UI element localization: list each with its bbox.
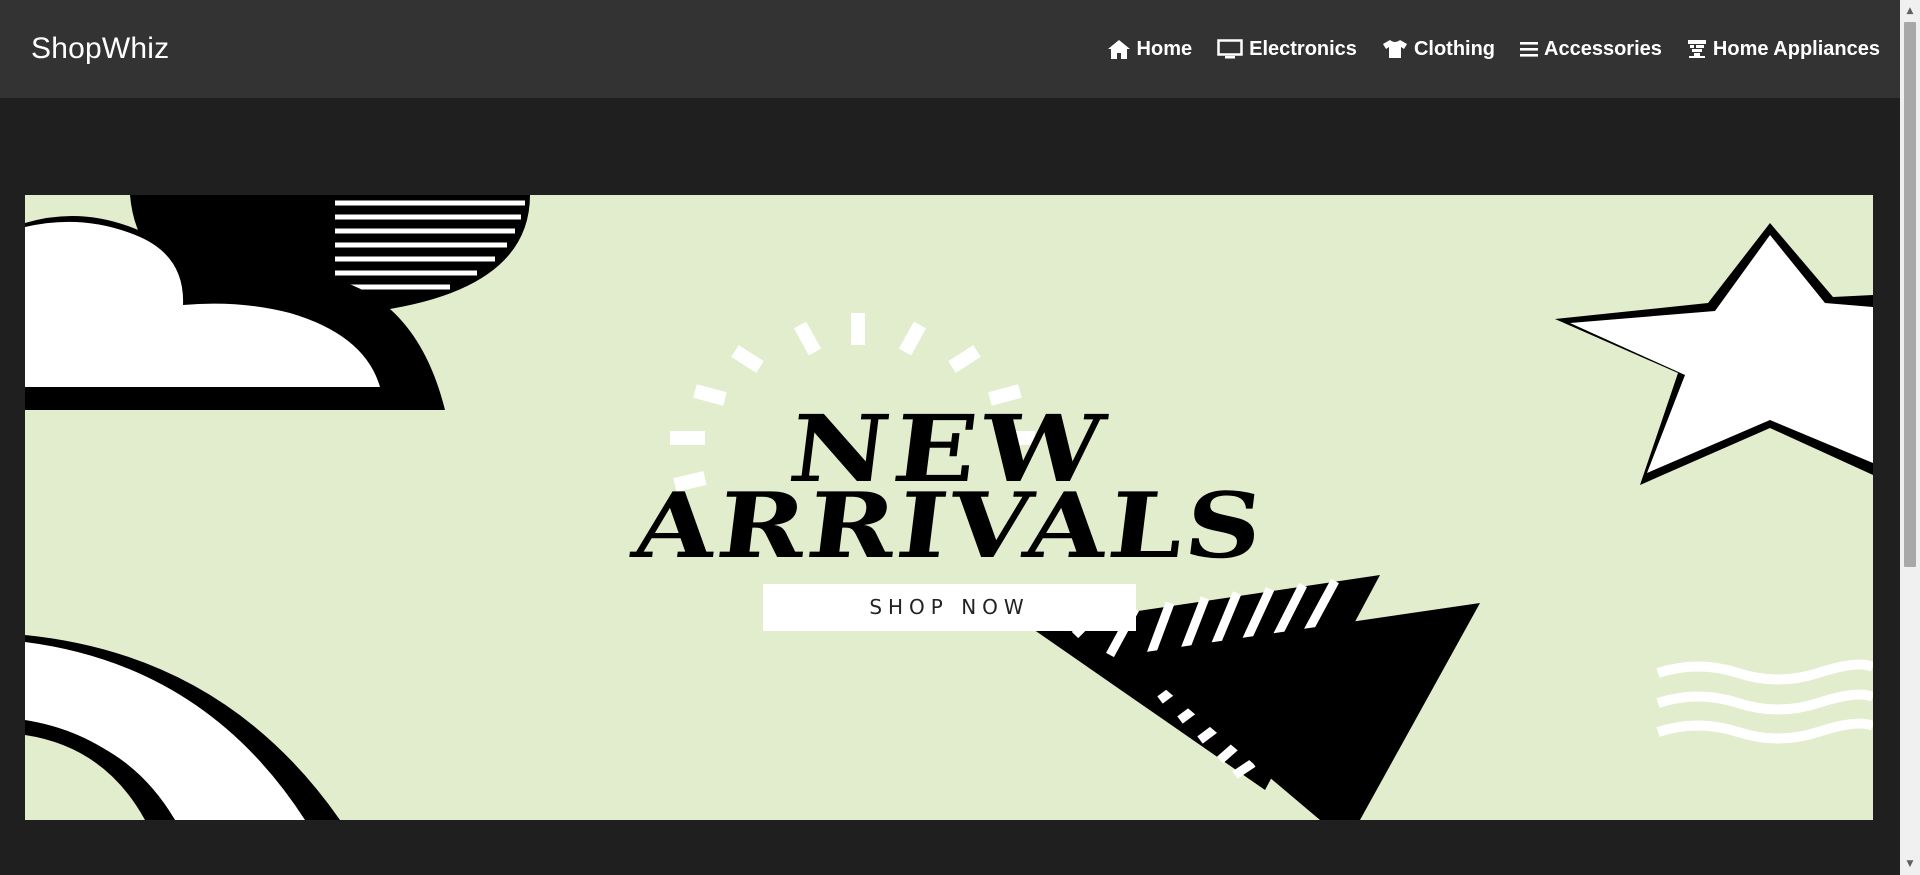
nav-home-appliances-label: Home Appliances [1712, 37, 1880, 60]
navbar: ShopWhiz Home Electronics Clothing Acces… [0, 0, 1900, 98]
scroll-up-arrow-icon[interactable]: ▲ [1900, 2, 1920, 20]
appliance-icon [1687, 39, 1707, 59]
brand-logo-link[interactable]: ShopWhiz [31, 32, 169, 66]
shop-now-button[interactable]: SHOP NOW [763, 584, 1136, 631]
bars-icon [1520, 40, 1539, 58]
nav-accessories[interactable]: Accessories [1520, 38, 1662, 61]
nav-clothing-label: Clothing [1413, 37, 1496, 60]
page: ShopWhiz Home Electronics Clothing Acces… [0, 0, 1920, 875]
vertical-scrollbar[interactable]: ▲ ▼ [1900, 0, 1920, 875]
scrollbar-thumb[interactable] [1904, 22, 1916, 567]
headline-arrivals: ARRIVALS [627, 473, 1271, 579]
nav-electronics-label: Electronics [1249, 37, 1357, 60]
scroll-down-arrow-icon[interactable]: ▼ [1900, 855, 1920, 873]
monitor-icon [1217, 39, 1243, 59]
new-arrivals-banner[interactable]: NEW ARRIVALS SHOP NOW [25, 195, 1873, 820]
nav-home[interactable]: Home [1107, 37, 1193, 61]
nav-accessories-label: Accessories [1544, 37, 1662, 60]
nav-electronics[interactable]: Electronics [1217, 38, 1357, 61]
shirt-icon [1382, 39, 1408, 59]
home-icon [1107, 39, 1131, 60]
nav-home-appliances[interactable]: Home Appliances [1687, 38, 1880, 61]
nav-clothing[interactable]: Clothing [1382, 38, 1495, 61]
main-nav: Home Electronics Clothing Accessories Ho… [1107, 38, 1880, 61]
nav-home-label: Home [1136, 37, 1193, 60]
